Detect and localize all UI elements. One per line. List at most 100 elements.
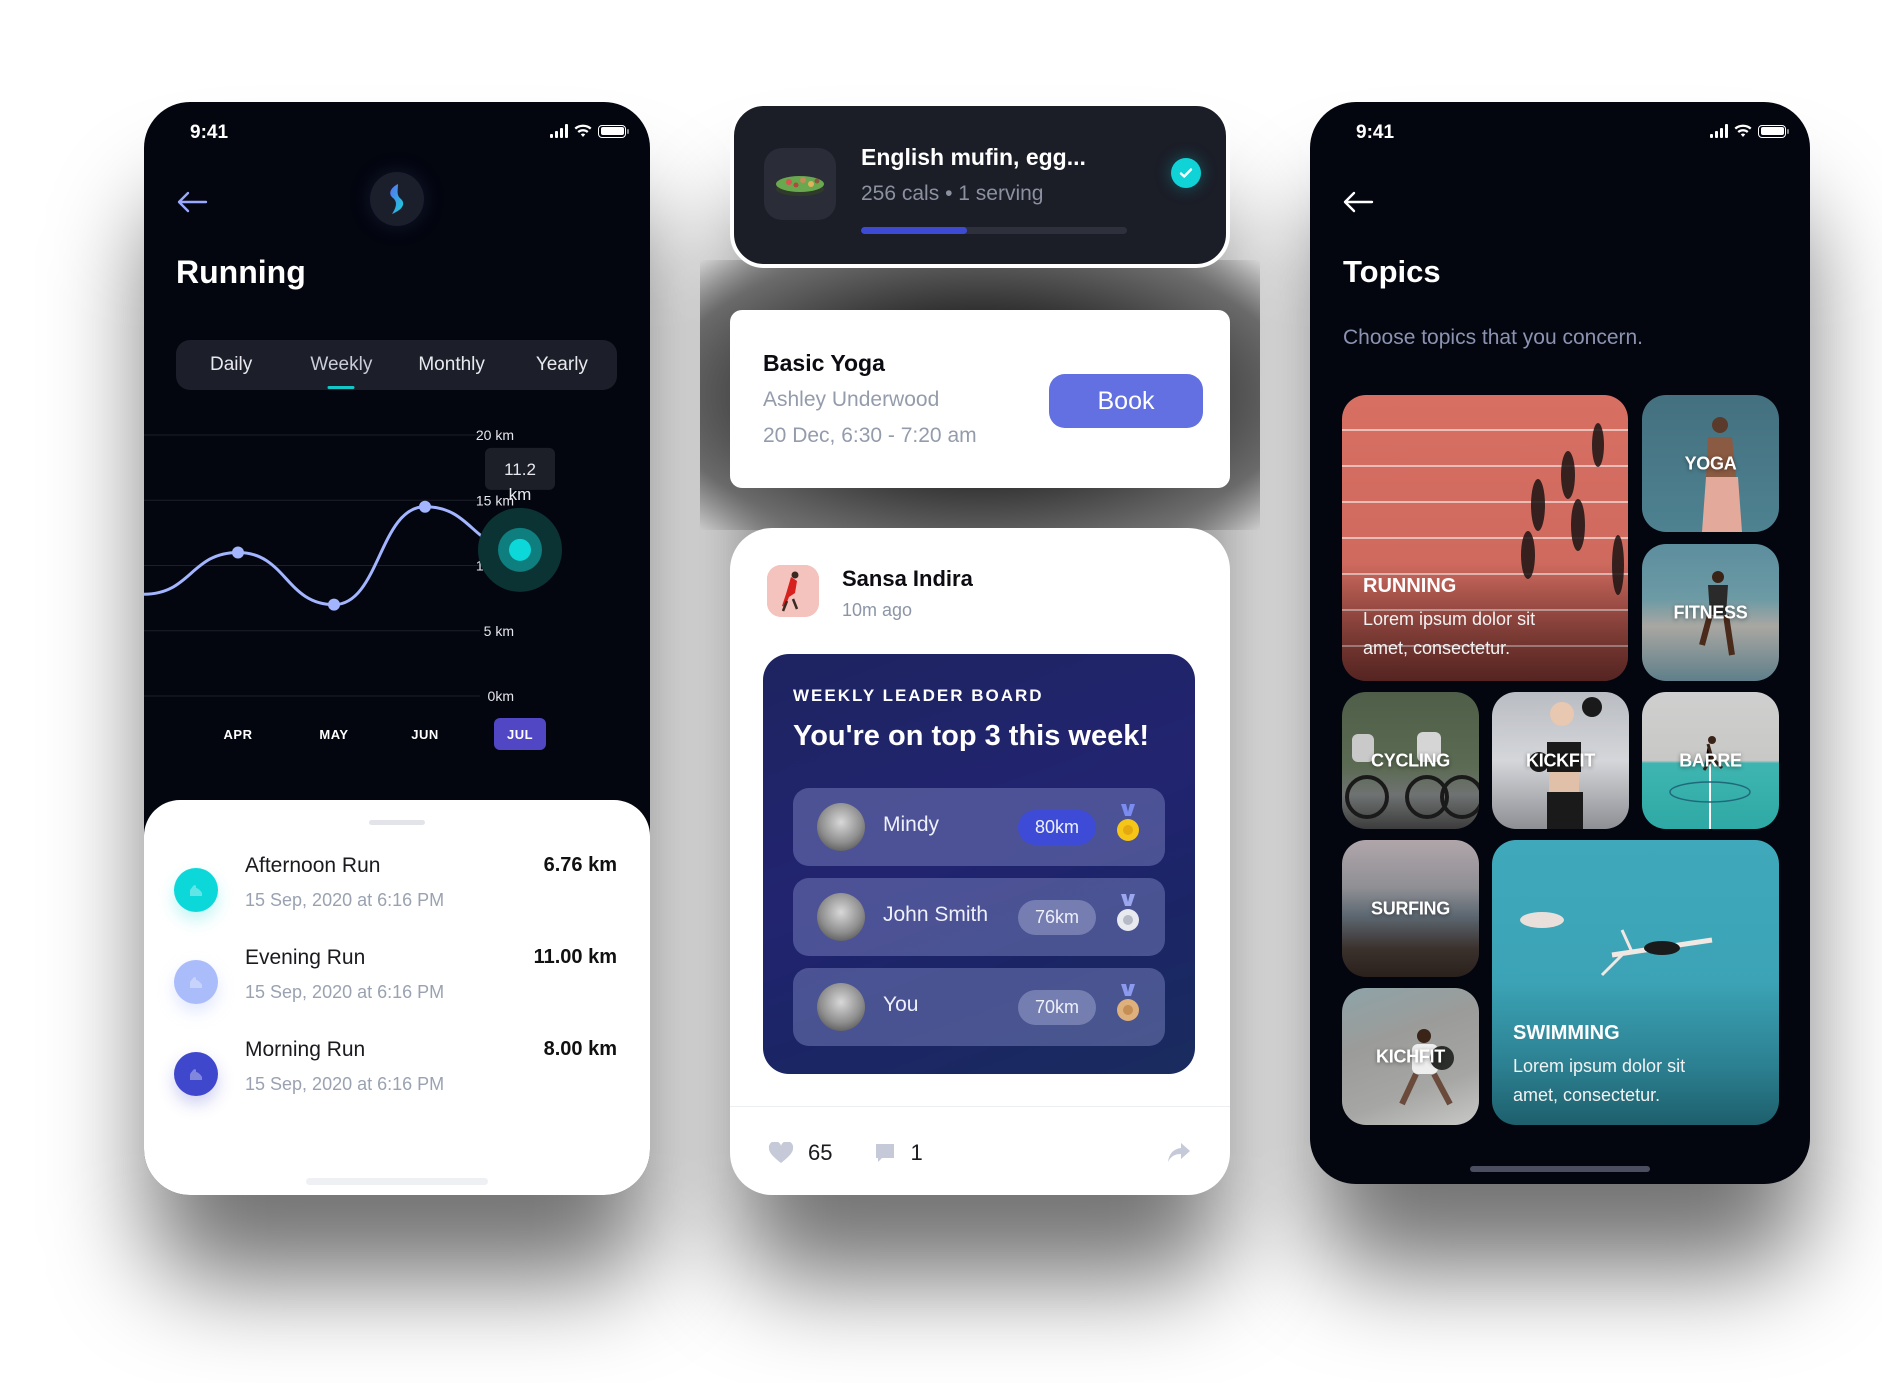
topic-description: Lorem ipsum dolor sit amet, consectetur. xyxy=(1363,609,1536,658)
home-indicator xyxy=(1470,1166,1650,1172)
like-count: 65 xyxy=(808,1140,833,1165)
back-arrow-icon[interactable] xyxy=(174,184,210,220)
author-avatar[interactable] xyxy=(767,565,819,617)
x-tick-may[interactable]: MAY xyxy=(319,727,348,742)
sheet-drag-handle[interactable] xyxy=(369,820,425,825)
topic-description: Lorem ipsum dolor sit amet, consectetur. xyxy=(1513,1056,1686,1105)
like-button[interactable]: 65 xyxy=(768,1140,832,1166)
run-date: 15 Sep, 2020 at 6:16 PM xyxy=(245,982,445,1002)
post-actions: 65 1 xyxy=(768,1138,1192,1168)
user-avatar xyxy=(817,893,865,941)
run-date: 15 Sep, 2020 at 6:16 PM xyxy=(245,1074,445,1094)
topic-tile-running[interactable]: RUNNING Lorem ipsum dolor sit amet, cons… xyxy=(1342,395,1628,681)
user-name: John Smith xyxy=(883,903,989,926)
food-log-card[interactable]: English mufin, egg... 256 cals • 1 servi… xyxy=(730,102,1230,268)
status-time: 9:41 xyxy=(190,122,229,143)
page-title: Running xyxy=(176,254,306,290)
topic-label: YOGA xyxy=(1684,453,1737,473)
comment-icon xyxy=(876,1144,895,1162)
topic-tile-barre[interactable]: BARRE xyxy=(1642,692,1779,829)
gold-medal-icon xyxy=(1117,804,1139,841)
run-icon xyxy=(174,868,218,912)
topic-tile-kichfit[interactable]: KICHFIT xyxy=(1342,988,1479,1125)
wifi-icon xyxy=(1734,124,1752,137)
comment-button[interactable]: 1 xyxy=(874,1140,923,1166)
wifi-icon xyxy=(574,124,592,137)
distance-badge: 80km xyxy=(1018,810,1096,845)
distance-badge: 76km xyxy=(1018,900,1096,935)
user-name: You xyxy=(883,993,919,1016)
post-time: 10m ago xyxy=(842,600,913,620)
food-separator: • xyxy=(945,182,953,205)
shoe-icon xyxy=(190,1069,202,1080)
run-distance: 11.00 km xyxy=(533,946,617,968)
run-list-item[interactable]: Afternoon Run 15 Sep, 2020 at 6:16 PM 6.… xyxy=(174,852,617,922)
bronze-medal-icon xyxy=(1117,984,1139,1021)
data-point-jul[interactable] xyxy=(509,538,531,561)
leaderboard-row[interactable]: Mindy 80km xyxy=(793,788,1165,866)
class-time: 20 Dec, 6:30 - 7:20 am xyxy=(763,424,977,447)
home-indicator xyxy=(306,1178,488,1185)
topic-tile-swimming[interactable]: SWIMMING Lorem ipsum dolor sit amet, con… xyxy=(1492,840,1779,1125)
y-tick-label: 5 km xyxy=(484,623,514,639)
checkmark-icon xyxy=(1179,168,1193,178)
user-avatar xyxy=(817,983,865,1031)
topic-label: FITNESS xyxy=(1673,602,1748,622)
heart-icon xyxy=(768,1142,794,1163)
logo-s-icon xyxy=(390,184,404,214)
signal-icon xyxy=(1710,124,1728,138)
post-divider xyxy=(730,1106,1230,1107)
topic-tile-yoga[interactable]: YOGA xyxy=(1642,395,1779,532)
data-point-jun[interactable] xyxy=(419,500,431,513)
page-title: Topics xyxy=(1343,254,1441,289)
shoe-icon xyxy=(190,885,202,896)
comment-count: 1 xyxy=(910,1140,923,1165)
class-title: Basic Yoga xyxy=(763,350,885,376)
topics-screen: 9:41 Topics Choose topics that you conce… xyxy=(1310,102,1810,1184)
y-tick-label: 20 km xyxy=(476,427,514,443)
tab-daily[interactable]: Daily xyxy=(176,354,286,376)
run-distance: 8.00 km xyxy=(543,1038,617,1060)
topic-label: KICHFIT xyxy=(1376,1046,1445,1066)
user-name: Mindy xyxy=(883,813,940,836)
status-icons xyxy=(550,124,629,138)
tooltip-unit: km xyxy=(509,485,532,504)
data-point-may[interactable] xyxy=(328,598,340,611)
topic-label: CYCLING xyxy=(1371,750,1450,770)
back-arrow-icon[interactable] xyxy=(1340,184,1376,220)
topic-label: BARRE xyxy=(1679,750,1742,770)
swimmers-image xyxy=(1520,912,1713,977)
leaderboard-headline: You're on top 3 this week! xyxy=(793,720,1150,752)
run-name: Morning Run xyxy=(245,1038,366,1061)
food-checked-toggle[interactable] xyxy=(1171,158,1201,188)
food-progress-fill xyxy=(861,227,968,234)
x-tick-apr[interactable]: APR xyxy=(224,727,253,742)
x-tick-jul[interactable]: JUL xyxy=(507,727,533,742)
status-icons xyxy=(1710,124,1789,138)
run-distance: 6.76 km xyxy=(543,854,617,876)
status-time: 9:41 xyxy=(1356,122,1395,143)
leaderboard-row[interactable]: You 70km xyxy=(793,968,1165,1046)
tab-weekly[interactable]: Weekly xyxy=(286,354,396,376)
distance-badge: 70km xyxy=(1018,990,1096,1025)
food-title: English mufin, egg... xyxy=(861,144,1086,170)
shoe-icon xyxy=(190,977,202,988)
topic-tile-cycling[interactable]: CYCLING xyxy=(1342,692,1479,829)
topic-tile-fitness[interactable]: FITNESS xyxy=(1642,544,1779,681)
topic-tile-surfing[interactable]: SURFING xyxy=(1342,840,1479,977)
run-list-item[interactable]: Morning Run 15 Sep, 2020 at 6:16 PM 8.00… xyxy=(174,1036,617,1106)
run-date: 15 Sep, 2020 at 6:16 PM xyxy=(245,890,445,910)
book-button[interactable]: Book xyxy=(1049,374,1203,428)
topic-tile-kickfit[interactable]: KICKFIT xyxy=(1492,692,1629,829)
share-icon[interactable] xyxy=(1166,1140,1192,1166)
topic-label: SURFING xyxy=(1371,898,1450,918)
data-point-apr[interactable] xyxy=(232,546,244,559)
tab-yearly[interactable]: Yearly xyxy=(507,354,617,376)
x-tick-jun[interactable]: JUN xyxy=(411,727,439,742)
author-avatar-image xyxy=(767,565,819,617)
food-serving: 1 serving xyxy=(958,182,1044,205)
run-list-item[interactable]: Evening Run 15 Sep, 2020 at 6:16 PM 11.0… xyxy=(174,944,617,1014)
leaderboard-row[interactable]: John Smith 76km xyxy=(793,878,1165,956)
run-icon xyxy=(174,1052,218,1096)
tab-monthly[interactable]: Monthly xyxy=(397,354,507,376)
